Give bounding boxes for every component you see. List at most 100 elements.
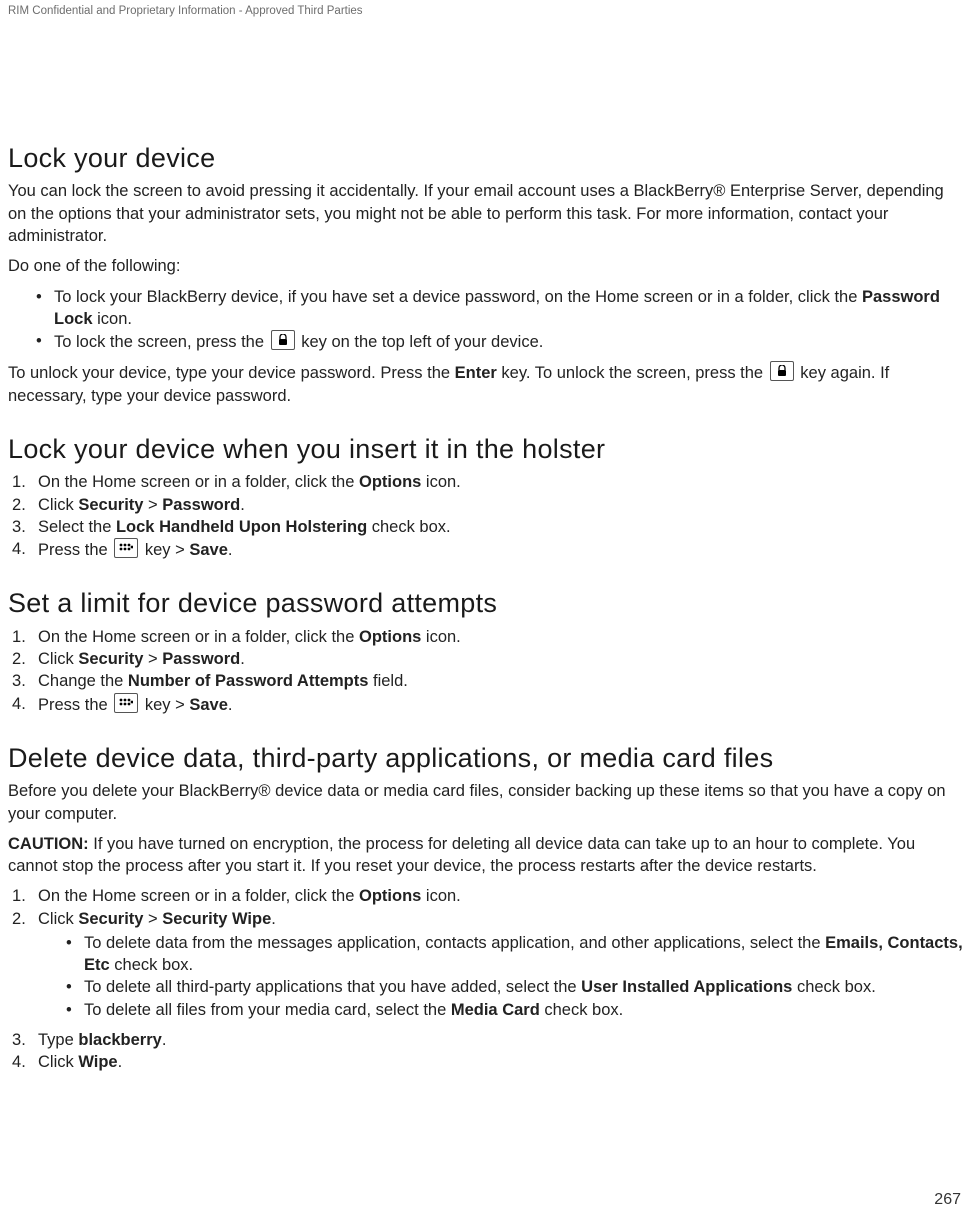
section-lock-holster: Lock your device when you insert it in t… — [8, 431, 965, 562]
text: key. To unlock the screen, press the — [497, 364, 768, 382]
text: Type — [38, 1031, 78, 1049]
paragraph: You can lock the screen to avoid pressin… — [8, 180, 965, 247]
page-number: 267 — [934, 1189, 961, 1211]
ordered-list: On the Home screen or in a folder, click… — [8, 626, 965, 716]
text: key > — [140, 541, 189, 559]
text: On the Home screen or in a folder, click… — [38, 887, 359, 905]
text: . — [240, 496, 245, 514]
list-item: On the Home screen or in a folder, click… — [8, 885, 965, 907]
list-item: Click Security > Password. — [8, 494, 965, 516]
text: . — [240, 650, 245, 668]
list-item: Press the key > Save. — [8, 693, 965, 716]
heading-lock-holster: Lock your device when you insert it in t… — [8, 431, 965, 467]
caution-paragraph: CAUTION: If you have turned on encryptio… — [8, 833, 965, 878]
text: If you have turned on encryption, the pr… — [8, 835, 915, 875]
paragraph: Before you delete your BlackBerry® devic… — [8, 780, 965, 825]
list-item: Change the Number of Password Attempts f… — [8, 670, 965, 692]
text: icon. — [421, 473, 460, 491]
text: On the Home screen or in a folder, click… — [38, 473, 359, 491]
bold-text: Security — [78, 650, 143, 668]
ordered-list: On the Home screen or in a folder, click… — [8, 471, 965, 561]
bold-text: blackberry — [78, 1031, 161, 1049]
text: Select the — [38, 518, 116, 536]
bullet-list: To delete data from the messages applica… — [38, 932, 965, 1021]
bold-text: Enter — [455, 364, 497, 382]
text: . — [162, 1031, 167, 1049]
heading-lock-device: Lock your device — [8, 140, 965, 176]
text: . — [118, 1053, 123, 1071]
lock-key-icon — [770, 361, 794, 381]
page-content: Lock your device You can lock the screen… — [8, 140, 965, 1097]
section-lock-device: Lock your device You can lock the screen… — [8, 140, 965, 407]
section-password-attempts: Set a limit for device password attempts… — [8, 585, 965, 716]
text: check box. — [540, 1001, 623, 1019]
bullet-list: To lock your BlackBerry device, if you h… — [8, 286, 965, 354]
text: Click — [38, 496, 78, 514]
text: To lock the screen, press the — [54, 333, 269, 351]
text: check box. — [110, 956, 193, 974]
paragraph: Do one of the following: — [8, 255, 965, 277]
list-item: Select the Lock Handheld Upon Holstering… — [8, 516, 965, 538]
text: icon. — [93, 310, 132, 328]
text: > — [143, 496, 162, 514]
list-item: Press the key > Save. — [8, 538, 965, 561]
text: On the Home screen or in a folder, click… — [38, 628, 359, 646]
text: To lock your BlackBerry device, if you h… — [54, 288, 862, 306]
list-item: Type blackberry. — [8, 1029, 965, 1051]
list-item: Click Security > Password. — [8, 648, 965, 670]
list-item: On the Home screen or in a folder, click… — [8, 626, 965, 648]
text: . — [228, 696, 233, 714]
menu-key-icon — [114, 693, 138, 713]
text: check box. — [367, 518, 450, 536]
caution-label: CAUTION: — [8, 835, 89, 853]
ordered-list: On the Home screen or in a folder, click… — [8, 885, 965, 1073]
paragraph: To unlock your device, type your device … — [8, 361, 965, 407]
bold-text: Wipe — [78, 1053, 117, 1071]
bold-text: Security — [78, 910, 143, 928]
bold-text: Security — [78, 496, 143, 514]
text: icon. — [421, 628, 460, 646]
bold-text: Options — [359, 887, 421, 905]
list-item: Click Security > Security Wipe. To delet… — [8, 908, 965, 1021]
bold-text: Media Card — [451, 1001, 540, 1019]
text: Click — [38, 1053, 78, 1071]
text: Click — [38, 910, 78, 928]
text: field. — [368, 672, 407, 690]
bold-text: Save — [189, 541, 228, 559]
text: icon. — [421, 887, 460, 905]
text: check box. — [792, 978, 875, 996]
list-item: To lock your BlackBerry device, if you h… — [8, 286, 965, 331]
bold-text: Options — [359, 473, 421, 491]
lock-key-icon — [271, 330, 295, 350]
heading-delete-data: Delete device data, third-party applicat… — [8, 740, 965, 776]
text: To delete all third-party applications t… — [84, 978, 581, 996]
heading-password-attempts: Set a limit for device password attempts — [8, 585, 965, 621]
bold-text: Lock Handheld Upon Holstering — [116, 518, 367, 536]
bold-text: Options — [359, 628, 421, 646]
menu-key-icon — [114, 538, 138, 558]
bold-text: Password — [162, 496, 240, 514]
text: > — [143, 650, 162, 668]
text: To delete all files from your media card… — [84, 1001, 451, 1019]
section-delete-data: Delete device data, third-party applicat… — [8, 740, 965, 1074]
list-item: To delete data from the messages applica… — [38, 932, 965, 977]
text: Click — [38, 650, 78, 668]
text: . — [228, 541, 233, 559]
text: To delete data from the messages applica… — [84, 934, 825, 952]
list-item: On the Home screen or in a folder, click… — [8, 471, 965, 493]
list-item: To delete all third-party applications t… — [38, 976, 965, 998]
bold-text: User Installed Applications — [581, 978, 792, 996]
text: key > — [140, 696, 189, 714]
list-item: Click Wipe. — [8, 1051, 965, 1073]
bold-text: Password — [162, 650, 240, 668]
bold-text: Save — [189, 696, 228, 714]
bold-text: Security Wipe — [162, 910, 271, 928]
text: > — [143, 910, 162, 928]
bold-text: Number of Password Attempts — [128, 672, 369, 690]
text: Press the — [38, 696, 112, 714]
text: Press the — [38, 541, 112, 559]
text: . — [271, 910, 276, 928]
text: Change the — [38, 672, 128, 690]
header-confidential-note: RIM Confidential and Proprietary Informa… — [8, 4, 363, 20]
text: To unlock your device, type your device … — [8, 364, 455, 382]
